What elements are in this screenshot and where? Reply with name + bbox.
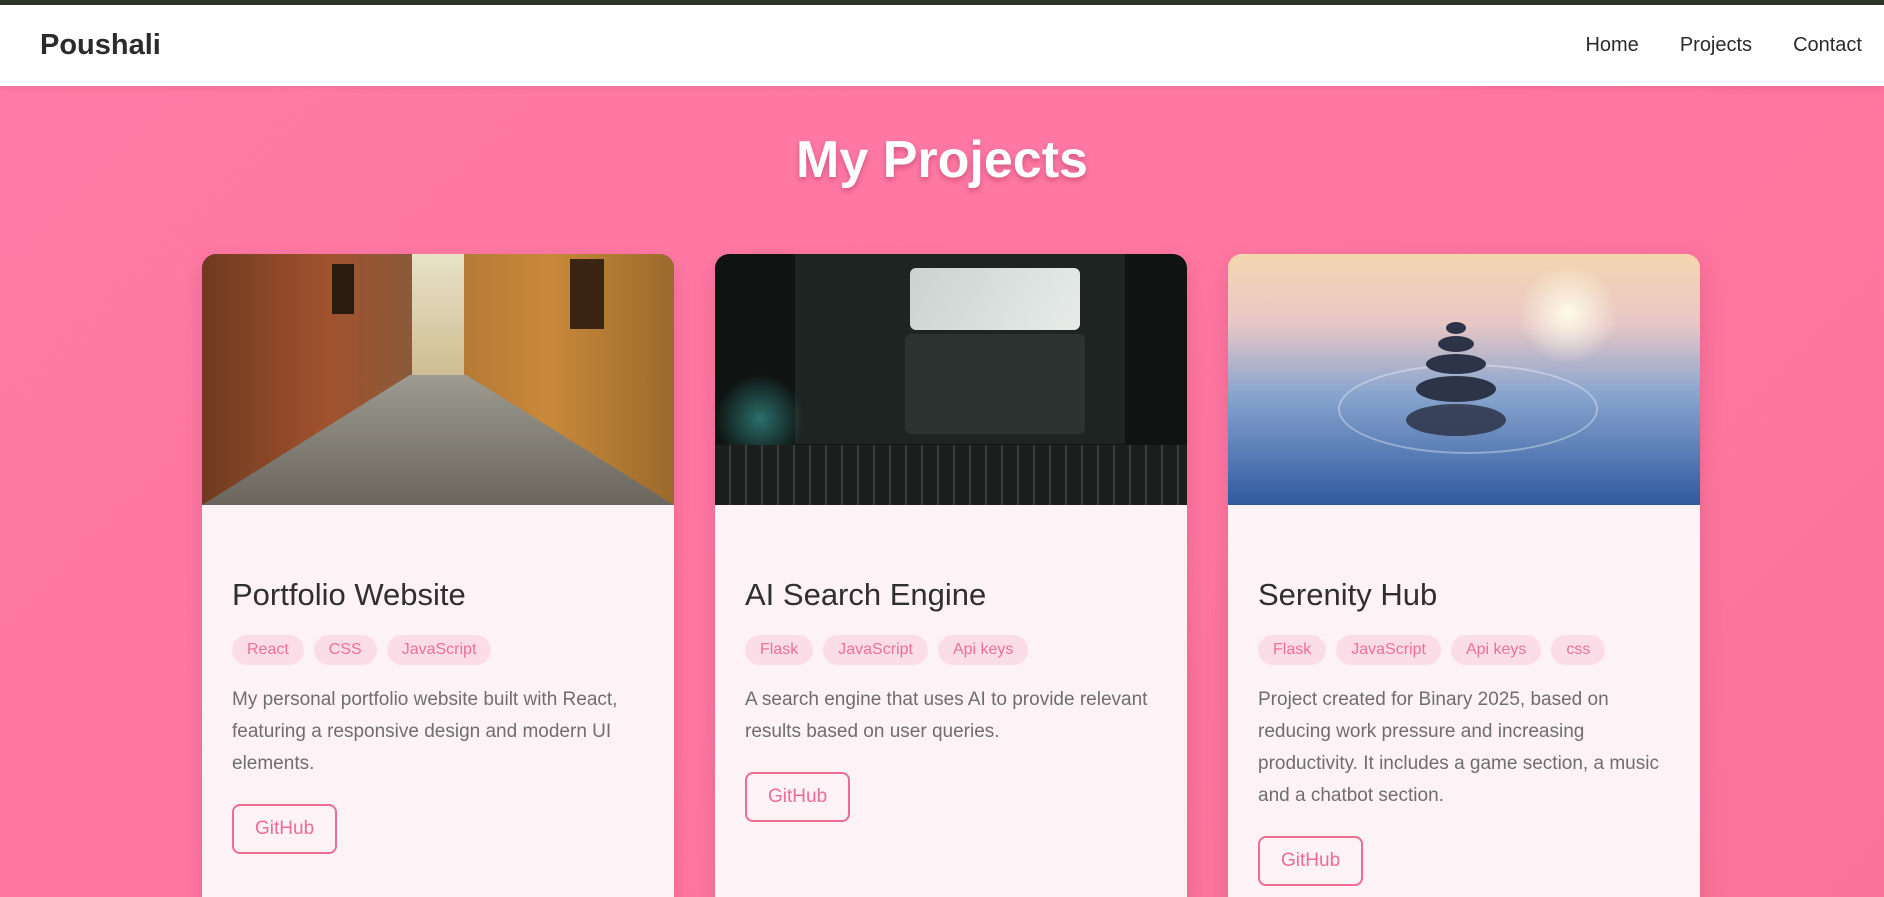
nav-link-projects[interactable]: Projects bbox=[1680, 34, 1752, 57]
project-description: My personal portfolio website built with… bbox=[232, 689, 618, 774]
tag: CSS bbox=[313, 635, 377, 665]
github-button[interactable]: GitHub bbox=[232, 804, 338, 854]
tag-list: Flask JavaScript Api keys bbox=[745, 635, 1157, 665]
navbar: Poushali Home Projects Contact bbox=[0, 5, 1884, 86]
project-title: Serenity Hub bbox=[1258, 577, 1438, 612]
tag: Api keys bbox=[1450, 635, 1542, 665]
project-image-laptop bbox=[715, 254, 1187, 505]
tag: JavaScript bbox=[386, 635, 492, 665]
project-card-ai-search: AI Search Engine Flask JavaScript Api ke… bbox=[715, 254, 1187, 897]
tag: JavaScript bbox=[1336, 635, 1441, 665]
brand-logo[interactable]: Poushali bbox=[40, 29, 161, 62]
github-button[interactable]: GitHub bbox=[745, 772, 851, 822]
tag-list: Flask JavaScript Api keys css bbox=[1258, 635, 1670, 665]
tag-list: React CSS JavaScript bbox=[232, 635, 644, 665]
project-card-serenity: Serenity Hub Flask JavaScript Api keys c… bbox=[1228, 254, 1700, 897]
tag: Flask bbox=[745, 635, 814, 665]
project-card-portfolio: Portfolio Website React CSS JavaScript M… bbox=[202, 254, 674, 897]
tag: React bbox=[232, 635, 304, 665]
tag: Flask bbox=[1258, 635, 1327, 665]
project-description: Project created for Binary 2025, based o… bbox=[1258, 689, 1659, 806]
project-image-zen-stones bbox=[1228, 254, 1700, 505]
project-title: AI Search Engine bbox=[745, 577, 987, 612]
nav-links: Home Projects Contact bbox=[1544, 34, 1862, 57]
nav-link-home[interactable]: Home bbox=[1585, 34, 1638, 57]
tag: css bbox=[1551, 635, 1606, 665]
nav-link-contact[interactable]: Contact bbox=[1793, 34, 1862, 57]
project-image-alley bbox=[202, 254, 674, 505]
project-description: A search engine that uses AI to provide … bbox=[745, 689, 1148, 742]
tag: Api keys bbox=[937, 635, 1029, 665]
page-title: My Projects bbox=[796, 131, 1088, 189]
github-button[interactable]: GitHub bbox=[1258, 836, 1364, 886]
tag: JavaScript bbox=[823, 635, 928, 665]
project-title: Portfolio Website bbox=[232, 577, 466, 612]
